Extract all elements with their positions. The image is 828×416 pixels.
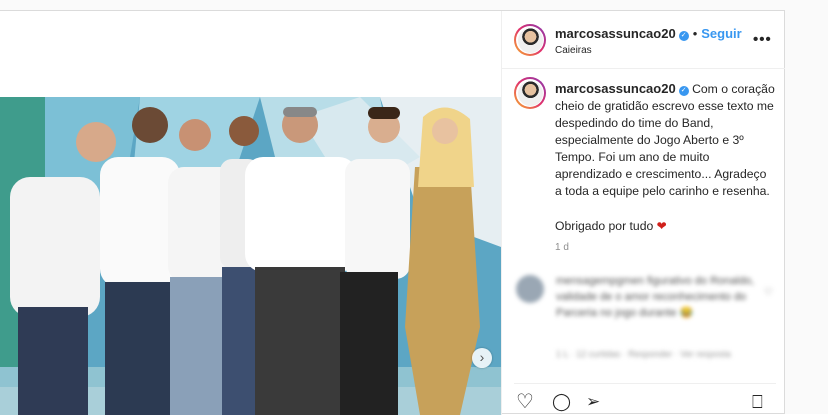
post-header: marcosassuncao20 ✓ • Seguir Caieiras ••• — [502, 11, 785, 69]
more-options-icon[interactable]: ••• — [753, 31, 772, 48]
share-icon[interactable]: ➢ — [586, 392, 600, 412]
heart-outline-icon[interactable]: ♡ — [516, 392, 534, 412]
separator-dot: • — [692, 26, 698, 41]
caption-closing: Obrigado por tudo ❤ — [555, 219, 667, 233]
author-photo — [517, 27, 543, 53]
author-avatar[interactable] — [514, 24, 546, 56]
caption-username[interactable]: marcosassuncao20 — [555, 81, 676, 96]
post-location[interactable]: Caieiras — [555, 45, 592, 56]
instagram-post: › marcosassuncao20 ✓ • Seguir Caieiras ••• … — [0, 10, 785, 416]
post-photo-image — [0, 97, 501, 415]
post-photo: › — [0, 97, 501, 415]
verified-badge-icon: ✓ — [678, 86, 689, 96]
comment-meta[interactable]: 1 L · 12 curtidas · Responder · Ver resp… — [556, 349, 731, 359]
comment-like-icon[interactable]: ♡ — [764, 287, 773, 298]
post-actions-bar: ♡ ◯ ➢ ⎕ — [514, 383, 776, 416]
caption-author-photo — [517, 80, 543, 106]
caption-age: 1 d — [555, 242, 569, 253]
author-username[interactable]: marcosassuncao20 — [555, 26, 676, 41]
comment-item: mensagempgmen figurativo do Ronaldo, val… — [516, 273, 776, 373]
caption-text: Com o coração cheio de gratidão escrevo … — [555, 82, 775, 198]
post-caption: marcosassuncao20 ✓ Com o coração cheio de… — [555, 80, 775, 200]
red-heart-icon: ❤ — [656, 219, 667, 233]
bookmark-icon[interactable]: ⎕ — [752, 392, 763, 412]
commenter-avatar[interactable] — [516, 275, 544, 303]
comment-text: mensagempgmen figurativo do Ronaldo, val… — [556, 275, 755, 319]
thanks-text: Obrigado por tudo — [555, 219, 654, 233]
next-photo-button[interactable]: › — [472, 348, 492, 368]
comment-icon[interactable]: ◯ — [552, 392, 571, 412]
verified-badge-icon: ✓ — [678, 31, 689, 41]
follow-button[interactable]: Seguir — [701, 26, 741, 41]
post-sidebar: marcosassuncao20 ✓ • Seguir Caieiras ••• ma… — [501, 11, 785, 416]
caption-avatar[interactable] — [514, 77, 546, 109]
